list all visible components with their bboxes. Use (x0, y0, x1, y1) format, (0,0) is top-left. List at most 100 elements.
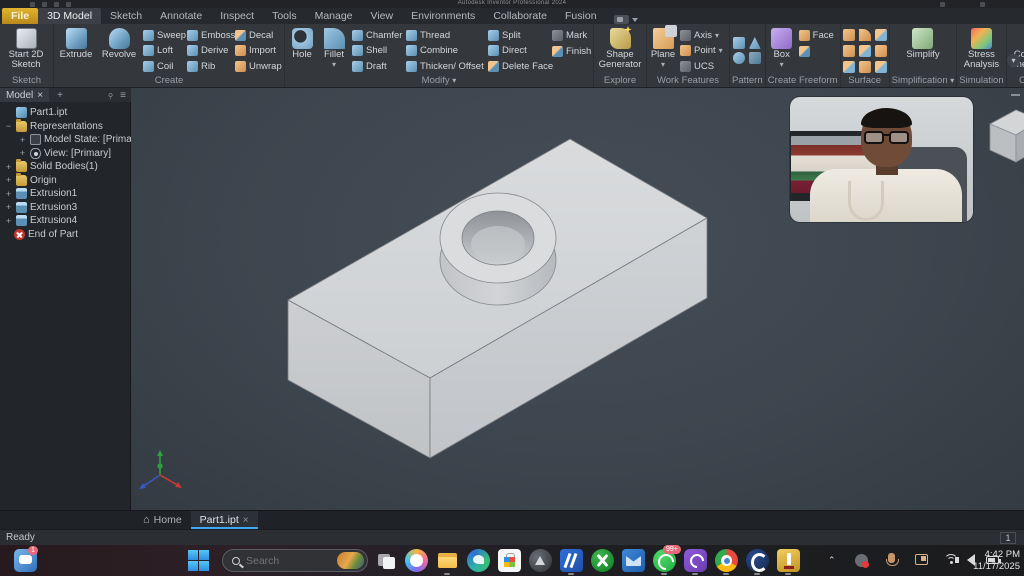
loft-button[interactable]: Loft (143, 45, 183, 57)
tab-3d-model[interactable]: 3D Model (38, 8, 101, 24)
stitch-icon[interactable] (843, 29, 855, 41)
expand-icon[interactable]: + (4, 189, 13, 199)
group-label-create[interactable]: Create (54, 75, 284, 87)
freeform-face-button[interactable]: Face (799, 29, 837, 41)
group-label-simplification[interactable]: Simplification ▾ (890, 75, 957, 87)
group-label-sketch[interactable]: Sketch (0, 75, 53, 87)
tree-item-origin[interactable]: + Origin (0, 174, 130, 188)
expand-icon[interactable]: + (4, 162, 13, 172)
microphone-icon[interactable] (888, 553, 895, 563)
tab-sketch[interactable]: Sketch (101, 8, 151, 24)
tab-inspect[interactable]: Inspect (211, 8, 263, 24)
combine-button[interactable]: Combine (406, 45, 484, 57)
freeform-box-button[interactable]: Box ▾ (768, 26, 796, 75)
expand-icon[interactable]: + (18, 135, 27, 145)
group-label-create-freeform[interactable]: Create Freeform (766, 75, 840, 87)
webcam-overlay[interactable] (790, 97, 973, 222)
tree-item-extrusion3[interactable]: + Extrusion3 (0, 201, 130, 215)
start-button[interactable] (188, 550, 211, 573)
stress-analysis-button[interactable]: Stress Analysis (959, 26, 1003, 75)
tree-item-model-state[interactable]: + Model State: [Primary] (0, 133, 130, 147)
emboss-button[interactable]: Emboss (187, 29, 231, 41)
unwrap-button[interactable]: Unwrap (235, 60, 281, 72)
autodesk-app-icon[interactable] (529, 549, 552, 572)
extrude-button[interactable]: Extrude (56, 26, 96, 75)
xbox-icon[interactable] (591, 549, 614, 572)
plane-button[interactable]: Plane ▾ (649, 26, 677, 75)
tab-tools[interactable]: Tools (263, 8, 306, 24)
expand-icon[interactable]: + (4, 202, 13, 212)
tab-collaborate[interactable]: Collaborate (484, 8, 556, 24)
tab-environments[interactable]: Environments (402, 8, 484, 24)
expand-icon[interactable]: + (4, 216, 13, 226)
group-label-pattern[interactable]: Pattern (730, 75, 765, 87)
snip-cast-icon[interactable] (915, 554, 928, 565)
tab-manage[interactable]: Manage (306, 8, 362, 24)
shell-button[interactable]: Shell (352, 45, 402, 57)
group-label-modify[interactable]: Modify ▾ (285, 75, 593, 87)
3d-viewport[interactable] (131, 88, 1024, 510)
add-browser-icon[interactable]: + (57, 90, 63, 101)
direct-button[interactable]: Direct (488, 45, 548, 57)
mirror-icon[interactable] (749, 37, 761, 49)
group-label-convert[interactable]: Convert (1007, 75, 1024, 87)
trim-icon[interactable] (843, 45, 855, 57)
derive-button[interactable]: Derive (187, 45, 231, 57)
sketch-pattern-icon[interactable] (749, 52, 761, 64)
tree-item-extrusion4[interactable]: + Extrusion4 (0, 214, 130, 228)
tab-home[interactable]: ⌂ Home (134, 511, 191, 529)
simplify-button[interactable]: Simplify (895, 26, 951, 75)
thread-button[interactable]: Thread (406, 29, 484, 41)
browser-tab-model[interactable]: Model × (0, 88, 49, 102)
tree-item-view[interactable]: + View: [Primary] (0, 147, 130, 161)
search-highlight-thumbnail[interactable] (337, 552, 364, 569)
patch-icon[interactable] (859, 61, 871, 73)
split-button[interactable]: Split (488, 29, 548, 41)
search-icon[interactable]: ⌕ (104, 88, 118, 102)
chrome-icon[interactable] (715, 549, 738, 572)
revolve-button[interactable]: Revolve (98, 26, 140, 75)
tree-item-end-of-part[interactable]: End of Part (0, 228, 130, 242)
import-button[interactable]: Import (235, 45, 281, 57)
fillet-button[interactable]: Fillet ▾ (319, 26, 349, 75)
mark-button[interactable]: Mark (552, 29, 590, 41)
hamburger-menu-icon[interactable]: ≡ (120, 90, 126, 101)
tab-view[interactable]: View (362, 8, 403, 24)
start-2d-sketch-button[interactable]: Start 2D Sketch (2, 26, 50, 75)
tab-annotate[interactable]: Annotate (151, 8, 211, 24)
finish-button[interactable]: Finish (552, 45, 590, 57)
taskbar-clock[interactable]: 4:42 PM 11/17/2025 (973, 549, 1020, 572)
repair-icon[interactable] (875, 61, 887, 73)
sculpt-icon[interactable] (875, 29, 887, 41)
freeform-convert-button[interactable] (799, 45, 837, 57)
group-label-explore[interactable]: Explore (594, 75, 646, 87)
hole-button[interactable]: Hole (287, 26, 317, 75)
draft-button[interactable]: Draft (352, 60, 402, 72)
shape-generator-button[interactable]: Shape Generator (596, 26, 644, 75)
sweep-button[interactable]: Sweep (143, 29, 183, 41)
rectangular-pattern-icon[interactable] (733, 37, 745, 49)
file-explorer-icon[interactable] (436, 549, 459, 572)
copilot-icon[interactable] (405, 549, 428, 572)
tree-item-part[interactable]: Part1.ipt (0, 106, 130, 120)
edge-icon[interactable] (467, 549, 490, 572)
ruled-surface-icon[interactable] (843, 61, 855, 73)
expand-icon[interactable]: + (18, 148, 27, 158)
chamfer-button[interactable]: Chamfer (352, 29, 402, 41)
inventor-cam-icon[interactable] (746, 549, 769, 572)
replace-face-icon[interactable] (875, 45, 887, 57)
group-label-work-features[interactable]: Work Features (647, 75, 729, 87)
thicken-offset-button[interactable]: Thicken/ Offset (406, 60, 484, 72)
inventor-pro-icon[interactable] (777, 549, 800, 572)
taskbar-search[interactable] (222, 549, 368, 572)
axis-button[interactable]: Axis ▾ (680, 29, 726, 41)
close-icon[interactable]: × (243, 515, 249, 526)
close-icon[interactable]: × (37, 90, 43, 101)
window-control-icon[interactable] (980, 2, 985, 7)
rib-button[interactable]: Rib (187, 60, 231, 72)
tray-chevron-up-icon[interactable]: ⌃ (828, 555, 836, 566)
tree-item-representations[interactable]: − Representations (0, 120, 130, 134)
point-button[interactable]: Point ▾ (680, 45, 726, 57)
convert-to-sheet-metal-button[interactable]: Convert to Sheet Metal (1009, 26, 1024, 75)
video-tutorials-button[interactable] (614, 15, 638, 24)
